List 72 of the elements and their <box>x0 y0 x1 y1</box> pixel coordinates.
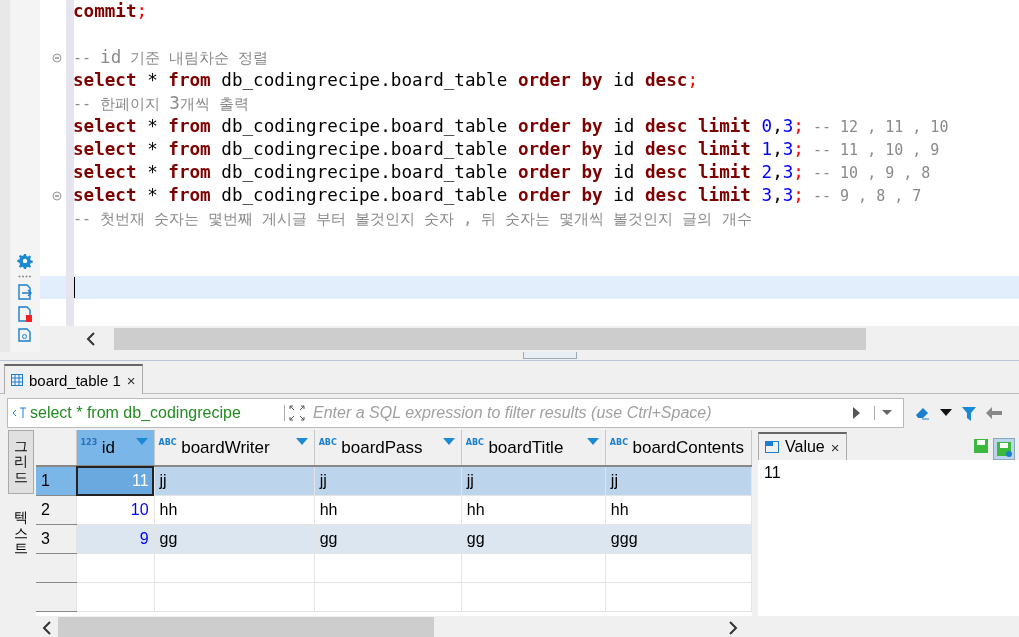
code-line: -- 한페이지 3개씩 출력 <box>73 92 249 115</box>
back-icon[interactable] <box>986 407 1002 419</box>
table-cell[interactable]: 10 <box>76 495 155 525</box>
code-line: -- id 기준 내림차순 정렬 <box>73 46 269 69</box>
table-cell[interactable]: gg <box>314 524 462 554</box>
dropdown-icon[interactable] <box>940 409 952 417</box>
variable-icon[interactable] <box>18 328 32 342</box>
table-cell[interactable]: jj <box>154 466 315 496</box>
scroll-left-icon[interactable] <box>42 621 52 635</box>
column-header[interactable]: ABC boardContents <box>605 430 752 466</box>
type-label: ABC <box>158 437 177 447</box>
table-cell[interactable]: hh <box>461 495 606 525</box>
file-error-icon[interactable] <box>18 306 32 322</box>
scroll-right-icon[interactable] <box>728 621 738 635</box>
scrollbar-thumb[interactable] <box>58 617 434 637</box>
row-number[interactable]: 3 <box>36 524 76 554</box>
scrollbar-thumb[interactable] <box>114 328 866 350</box>
column-header[interactable]: ABC boardPass <box>314 430 462 466</box>
table-cell[interactable]: 9 <box>76 524 155 554</box>
sort-icon[interactable] <box>295 438 308 446</box>
result-tab[interactable]: board_table 1 × <box>4 364 143 394</box>
expand-icon[interactable] <box>284 405 305 421</box>
close-icon[interactable]: × <box>830 438 840 456</box>
table-cell[interactable]: jj <box>461 466 606 496</box>
code-line: select * from db_codingrecipe.board_table order by id desc; <box>73 69 698 92</box>
code-line: -- 첫번재 숫자는 몇번째 게시글 부터 볼것인지 숫자 , 뒤 숫자는 몇개씩 볼것인지 글의 개수 <box>73 209 752 230</box>
column-header[interactable]: ABC boardWriter <box>154 430 315 466</box>
table-cell[interactable]: gg <box>461 524 606 554</box>
table-icon <box>11 374 23 386</box>
table-cell[interactable]: jj <box>605 466 752 496</box>
code-line: select * from db_codingrecipe.board_table order by id desc limit 1,3; -- 11 , 10 , 9 <box>73 138 940 161</box>
type-label: ABC <box>465 437 484 447</box>
value-tab[interactable]: Value × <box>758 432 847 460</box>
table-cell[interactable]: hh <box>605 495 752 525</box>
column-header[interactable]: ABC boardTitle <box>461 430 606 466</box>
table-cell[interactable]: ggg <box>605 524 752 554</box>
close-icon[interactable]: × <box>126 371 136 389</box>
text-cursor-icon <box>12 406 28 420</box>
row-number[interactable]: 1 <box>36 466 76 496</box>
text-cursor <box>73 277 75 298</box>
code-line: commit; <box>73 0 148 23</box>
type-label: ABC <box>609 437 629 447</box>
code-line: select * from db_codingrecipe.board_table order by id desc limit 0,3; -- 12 , 11 , 10 <box>73 115 949 138</box>
row-number[interactable]: 2 <box>36 495 76 525</box>
gear-icon[interactable] <box>17 253 33 269</box>
save-icon[interactable] <box>973 438 989 454</box>
sort-icon[interactable] <box>442 438 455 446</box>
table-cell[interactable]: hh <box>154 495 315 525</box>
code-line: select * from db_codingrecipe.board_table order by id desc limit 3,3; -- 9 , 8 , 7 <box>73 184 922 207</box>
save-icon[interactable] <box>993 438 1015 460</box>
query-text: select * from db_codingrecipe <box>29 404 242 422</box>
table-cell[interactable]: hh <box>314 495 462 525</box>
type-label: ABC <box>318 437 337 447</box>
type-label: 123 <box>80 437 98 447</box>
side-tab[interactable]: 텍스트 <box>9 502 33 565</box>
more-icon[interactable] <box>18 275 32 278</box>
table-cell[interactable]: jj <box>314 466 462 496</box>
sort-icon[interactable] <box>586 438 599 446</box>
fold-icon[interactable] <box>52 52 62 63</box>
value-text: 11 <box>758 460 1019 616</box>
panel-icon <box>765 441 779 453</box>
splitter-handle[interactable] <box>522 352 577 359</box>
eraser-icon[interactable] <box>914 406 930 420</box>
fold-icon[interactable] <box>52 190 62 201</box>
table-cell[interactable]: gg <box>154 524 315 554</box>
side-tab[interactable]: 그리드 <box>8 430 34 495</box>
code-line: select * from db_codingrecipe.board_table order by id desc limit 2,3; -- 10 , 9 , 8 <box>73 161 931 184</box>
sort-icon[interactable] <box>135 438 148 446</box>
play-icon[interactable] <box>852 406 862 420</box>
export-icon[interactable] <box>18 284 32 300</box>
filter-icon[interactable] <box>962 405 976 421</box>
column-header[interactable]: 123 id <box>76 430 155 466</box>
